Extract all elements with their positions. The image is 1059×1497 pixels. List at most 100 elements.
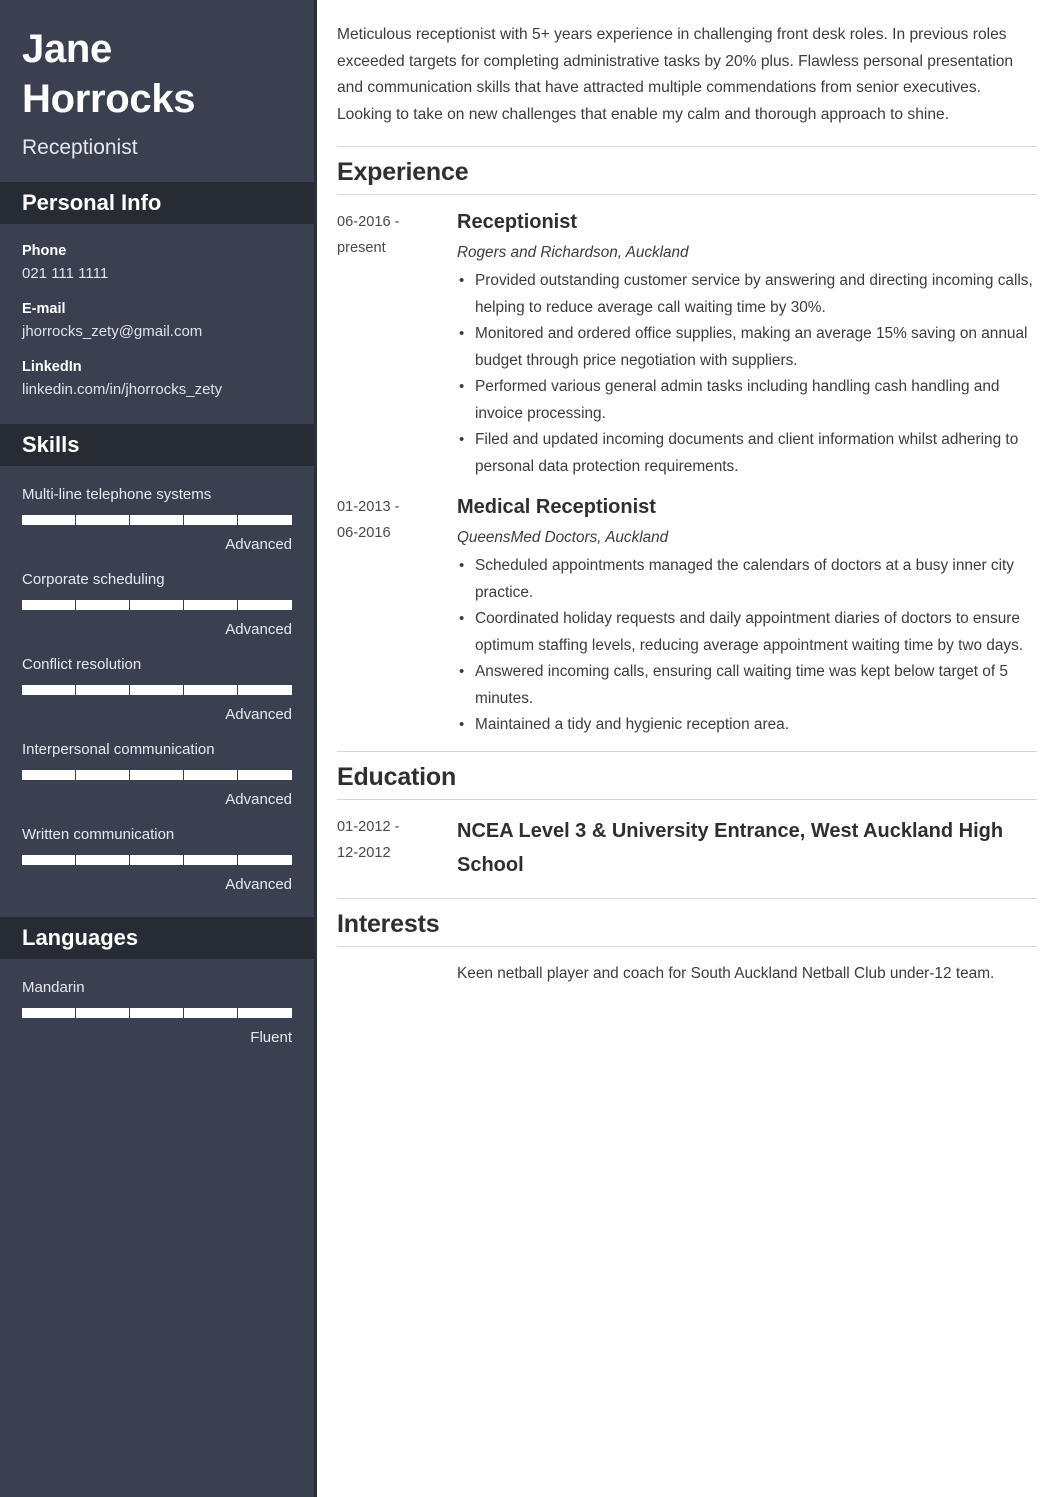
skill-item: Conflict resolution Advanced [22, 654, 292, 725]
bar-segment [238, 770, 292, 780]
language-level-label: Fluent [250, 1029, 292, 1046]
info-value-email[interactable]: jhorrocks_zety@gmail.com [22, 322, 292, 341]
skill-name: Interpersonal communication [22, 741, 215, 758]
section-header-languages-label: Languages [22, 925, 139, 950]
list-item: Maintained a tidy and hygienic reception… [457, 712, 1037, 739]
list-item: Coordinated holiday requests and daily a… [457, 606, 1037, 659]
experience-entry-body: Medical Receptionist QueensMed Doctors, … [457, 494, 1037, 739]
bar-segment [184, 600, 238, 610]
interests-entry: Keen netball player and coach for South … [337, 947, 1037, 988]
professional-summary: Meticulous receptionist with 5+ years ex… [337, 26, 1014, 123]
skill-level-bar [22, 685, 292, 695]
info-value-linkedin[interactable]: linkedin.com/in/jhorrocks_zety [22, 380, 292, 399]
experience-entry: 01-2013 - 06-2016 Medical Receptionist Q… [337, 480, 1037, 739]
bar-segment [76, 600, 130, 610]
job-title: Receptionist [22, 136, 138, 159]
info-label-email: E-mail [22, 301, 66, 317]
section-header-interests: Interests [337, 897, 1037, 947]
education-entry: 01-2012 - 12-2012 NCEA Level 3 & Univers… [337, 800, 1037, 886]
bar-segment [238, 855, 292, 865]
info-label-linkedin: LinkedIn [22, 359, 82, 375]
section-header-experience: Experience [337, 146, 1037, 195]
experience-entry-dates: 06-2016 - present [337, 209, 457, 261]
interests-text: Keen netball player and coach for South … [457, 964, 995, 982]
last-name: Horrocks [22, 77, 196, 121]
experience-job-title: Medical Receptionist [457, 496, 656, 518]
skill-level-label: Advanced [225, 876, 292, 893]
section-header-personal-info: Personal Info [0, 182, 314, 224]
skill-name: Conflict resolution [22, 656, 142, 673]
language-item: Mandarin Fluent [22, 977, 292, 1048]
list-item: Provided outstanding customer service by… [457, 268, 1037, 321]
bar-segment [76, 855, 130, 865]
date-range-end: 06-2016 [337, 525, 391, 541]
list-item: Filed and updated incoming documents and… [457, 427, 1037, 480]
section-header-experience-label: Experience [337, 158, 469, 186]
education-entry-body: NCEA Level 3 & University Entrance, West… [457, 814, 1037, 886]
skill-level-bar [22, 515, 292, 525]
skill-level-label: Advanced [225, 791, 292, 808]
date-range-start: 06-2016 - [337, 214, 400, 230]
main-content: Meticulous receptionist with 5+ years ex… [317, 0, 1059, 1497]
first-name: Jane [22, 27, 112, 71]
bar-segment [184, 685, 238, 695]
skill-level-bar [22, 770, 292, 780]
bar-segment [22, 600, 76, 610]
date-range-start: 01-2012 - [337, 818, 400, 835]
bar-segment [76, 1008, 130, 1018]
list-item: Scheduled appointments managed the calen… [457, 553, 1037, 606]
languages-body: Mandarin Fluent [0, 959, 314, 1068]
bar-segment [238, 600, 292, 610]
bar-segment [22, 1008, 76, 1018]
education-qualification: NCEA Level 3 & University Entrance, West… [457, 819, 1004, 876]
bar-segment [76, 685, 130, 695]
bar-segment [76, 515, 130, 525]
experience-bullet-list: Provided outstanding customer service by… [457, 268, 1037, 480]
skill-name: Corporate scheduling [22, 571, 165, 588]
bar-segment [22, 770, 76, 780]
education-entry-dates: 01-2012 - 12-2012 [337, 814, 457, 866]
bar-segment [130, 515, 184, 525]
skill-item: Multi-line telephone systems Advanced [22, 484, 292, 555]
skill-level-label: Advanced [225, 621, 292, 638]
section-header-education-label: Education [337, 762, 457, 791]
experience-employer: Rogers and Richardson, Auckland [457, 244, 689, 261]
experience-entry: 06-2016 - present Receptionist Rogers an… [337, 195, 1037, 480]
experience-entry-dates: 01-2013 - 06-2016 [337, 494, 457, 546]
skill-item: Written communication Advanced [22, 824, 292, 895]
bar-segment [238, 515, 292, 525]
bar-segment [184, 855, 238, 865]
skills-body: Multi-line telephone systems Advanced Co… [0, 466, 314, 915]
info-label-phone: Phone [22, 243, 67, 259]
info-item-linkedin: LinkedIn linkedin.com/in/jhorrocks_zety [22, 358, 292, 399]
language-name: Mandarin [22, 979, 85, 996]
skill-item: Corporate scheduling Advanced [22, 569, 292, 640]
name-block: Jane Horrocks Receptionist [0, 0, 314, 180]
bar-segment [130, 855, 184, 865]
bar-segment [238, 685, 292, 695]
bar-segment [22, 685, 76, 695]
bar-segment [22, 855, 76, 865]
bar-segment [184, 1008, 238, 1018]
skill-name: Multi-line telephone systems [22, 486, 212, 503]
info-item-phone: Phone 021 111 1111 [22, 242, 292, 283]
bar-segment [130, 685, 184, 695]
experience-employer: QueensMed Doctors, Auckland [457, 529, 669, 546]
bar-segment [184, 770, 238, 780]
language-level-bar [22, 1008, 292, 1018]
info-value-phone: 021 111 1111 [22, 265, 109, 282]
skill-level-bar [22, 855, 292, 865]
personal-info-body: Phone 021 111 1111 E-mail jhorrocks_zety… [0, 224, 314, 422]
section-header-skills: Skills [0, 424, 314, 466]
sidebar: Jane Horrocks Receptionist Personal Info… [0, 0, 317, 1497]
section-header-skills-label: Skills [22, 432, 80, 457]
list-item: Answered incoming calls, ensuring call w… [457, 659, 1037, 712]
bar-segment [130, 770, 184, 780]
info-item-email: E-mail jhorrocks_zety@gmail.com [22, 300, 292, 341]
resume-page: Jane Horrocks Receptionist Personal Info… [0, 0, 1059, 1497]
date-range-end: present [337, 240, 386, 256]
section-header-interests-label: Interests [337, 909, 440, 938]
experience-bullet-list: Scheduled appointments managed the calen… [457, 553, 1037, 739]
